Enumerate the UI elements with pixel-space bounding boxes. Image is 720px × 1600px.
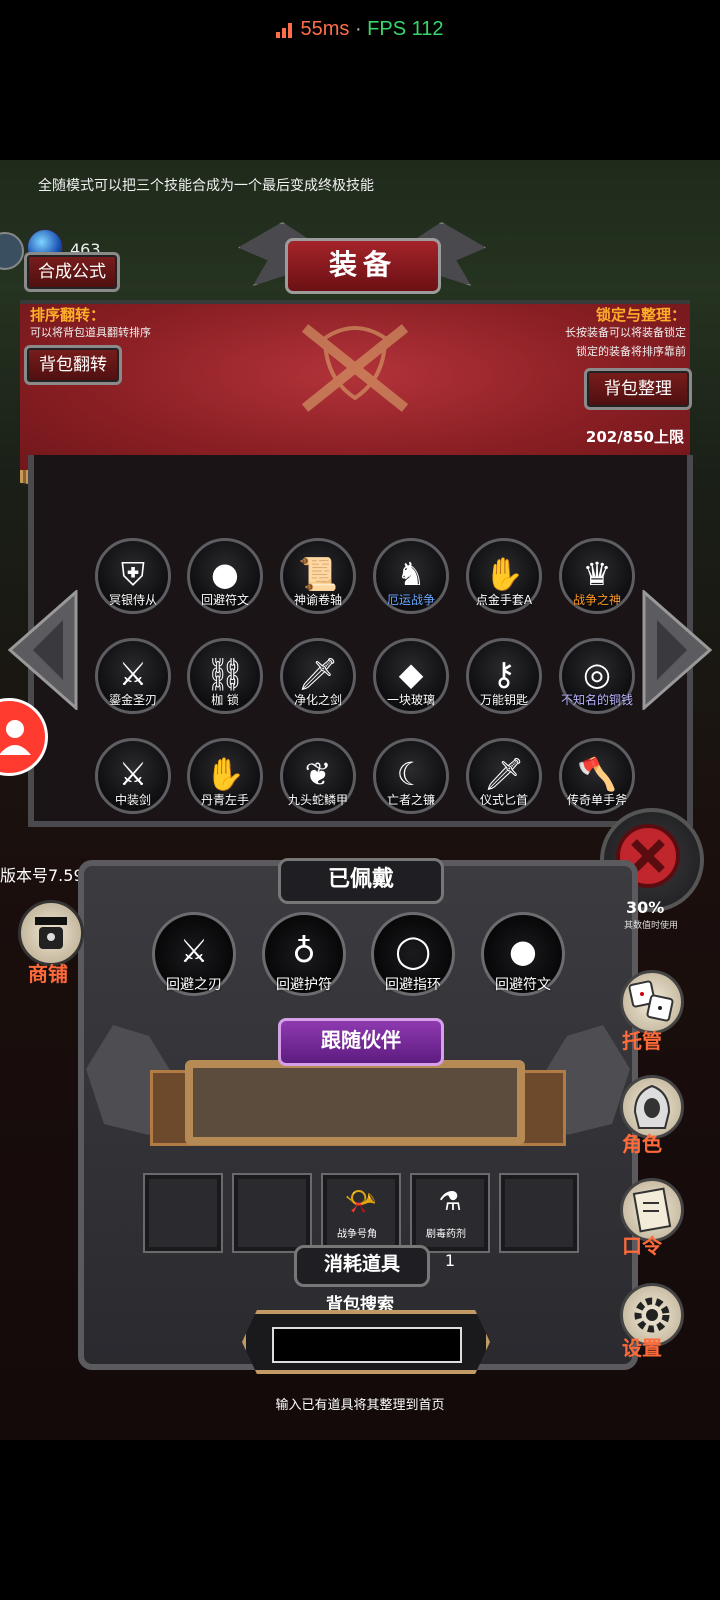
inventory-slot[interactable]: ◆ 一块玻璃	[373, 638, 449, 714]
bag-sort-button[interactable]: 背包整理	[584, 368, 692, 410]
inventory-item-label: 回避符文	[200, 593, 249, 607]
consumable-label: 剧毒药剂	[426, 1229, 466, 1240]
sort-flip-desc: 可以将背包道具翻转排序	[30, 326, 151, 339]
capacity-text: 202/850上限	[585, 428, 684, 446]
consumable-slot-frame	[232, 1173, 312, 1253]
equipped-slot[interactable]: ◯ 回避指环	[371, 912, 455, 996]
panel-title: 装备	[285, 238, 441, 294]
consumable-slot[interactable]	[499, 1173, 579, 1253]
inventory-item-label: 点金手套A	[475, 593, 533, 607]
consumable-slot[interactable]	[232, 1173, 312, 1253]
search-input[interactable]	[272, 1327, 462, 1363]
inventory-item-label: 传奇单手斧	[566, 793, 627, 807]
status-bar: 55ms · FPS 112	[0, 18, 720, 41]
prev-page-arrow[interactable]	[8, 590, 78, 710]
crossed-swords-emblem	[301, 324, 409, 412]
inventory-slot[interactable]: ● 回避符文	[187, 538, 263, 614]
inventory-item-label: 中装剑	[114, 793, 151, 807]
equipped-slot[interactable]: ♁ 回避护符	[262, 912, 346, 996]
companion-slot[interactable]	[185, 1060, 525, 1145]
fps-text: FPS 112	[367, 18, 444, 40]
inventory-slot[interactable]: 🪓 传奇单手斧	[559, 738, 635, 814]
capacity-right-small: 其数值时使用	[624, 921, 679, 931]
inventory-slot[interactable]: ♞ 厄运战争	[373, 538, 449, 614]
inventory-slot[interactable]: ✋ 丹青左手	[187, 738, 263, 814]
inventory-item-label: 仪式匕首	[479, 793, 528, 807]
role-label: 角色	[622, 1132, 662, 1156]
inventory-item-label: 厄运战争	[386, 593, 435, 607]
inventory-item-label: 亡者之镰	[386, 793, 435, 807]
code-label: 口令	[622, 1234, 662, 1258]
inventory-item-label: 冥银侍从	[108, 593, 157, 607]
inventory-item-label: 万能钥匙	[479, 693, 528, 707]
equipped-item-label: 回避护符	[276, 977, 332, 993]
inventory-slot[interactable]: 📜 神谕卷轴	[280, 538, 356, 614]
inventory-slot[interactable]: 🗡 仪式匕首	[466, 738, 542, 814]
inventory-slot[interactable]: ⚔ 鎏金圣刃	[95, 638, 171, 714]
lock-desc-2: 锁定的装备将排序靠前	[576, 345, 686, 358]
synthesis-button[interactable]: 合成公式	[24, 252, 120, 292]
shop-label: 商铺	[28, 962, 68, 986]
inventory-item-label: 丹青左手	[200, 793, 249, 807]
inventory-item-label: 战争之神	[572, 593, 621, 607]
inventory-item-label: 枷 锁	[211, 693, 239, 707]
equipped-item-label: 回避指环	[385, 977, 441, 993]
shop-button[interactable]	[18, 900, 84, 966]
bag-flip-button[interactable]: 背包翻转	[24, 345, 122, 385]
inventory-slot[interactable]: ⚷ 万能钥匙	[466, 638, 542, 714]
user-icon	[0, 720, 31, 755]
inventory-item-label: 神谕卷轴	[293, 593, 342, 607]
sort-flip-title: 排序翻转：	[30, 306, 106, 324]
settings-label: 设置	[622, 1336, 662, 1360]
consumable-slot[interactable]: ⚗ 剧毒药剂 1	[410, 1173, 490, 1270]
inventory-slot[interactable]: ♛ 战争之神	[559, 538, 635, 614]
next-page-arrow[interactable]	[642, 590, 712, 710]
inventory-slot[interactable]: ⛨ 冥银侍从	[95, 538, 171, 614]
inventory-slot[interactable]: ☾ 亡者之镰	[373, 738, 449, 814]
consumable-slot-frame	[143, 1173, 223, 1253]
inventory-slot[interactable]: ⚔ 中装剑	[95, 738, 171, 814]
inventory-item-label: 净化之剑	[293, 693, 342, 707]
equipped-item-label: 回避符文	[495, 977, 551, 993]
consumable-slot-frame	[499, 1173, 579, 1253]
equipped-slot[interactable]: ● 回避符文	[481, 912, 565, 996]
equipped-slot[interactable]: ⚔ 回避之刃	[152, 912, 236, 996]
companion-title: 跟随伙伴	[278, 1018, 444, 1066]
equipped-title: 已佩戴	[278, 858, 444, 904]
potion-icon: ⚗	[438, 1187, 462, 1217]
capacity-right: 30%	[626, 898, 665, 917]
equipped-item-label: 回避之刃	[166, 977, 222, 993]
consumable-slot[interactable]: 📯战争号角4	[321, 1173, 401, 1270]
search-hint: 输入已有道具将其整理到首页	[275, 1398, 445, 1413]
consumable-slot[interactable]	[143, 1173, 223, 1253]
consumables-title: 消耗道具	[294, 1245, 430, 1287]
inventory-slot[interactable]: ❦ 九头蛇鳞甲	[280, 738, 356, 814]
horn-icon: 📯	[344, 1187, 378, 1217]
inventory-item-label: 不知名的铜钱	[560, 693, 633, 707]
ping-text: 55ms	[300, 18, 350, 40]
inventory-item-label: 九头蛇鳞甲	[287, 793, 348, 807]
lock-title: 锁定与整理：	[595, 306, 686, 324]
signal-icon	[276, 22, 293, 38]
inventory-slot[interactable]: ◎ 不知名的铜钱	[559, 638, 635, 714]
inventory-item-label: 一块玻璃	[386, 693, 435, 707]
lock-desc-1: 长按装备可以将装备锁定	[565, 326, 686, 339]
consumable-slot-frame: ⚗ 剧毒药剂	[410, 1173, 490, 1253]
inventory-slot[interactable]: ⛓ 枷 锁	[187, 638, 263, 714]
inventory-item-label: 鎏金圣刃	[108, 693, 157, 707]
inventory-slot[interactable]: ✋ 点金手套A	[466, 538, 542, 614]
user-float-button[interactable]	[0, 698, 48, 776]
dice-icon	[628, 980, 674, 1022]
consumable-slot-frame: 📯 战争号角	[321, 1173, 401, 1253]
inventory-slot[interactable]: 🗡 净化之剑	[280, 638, 356, 714]
tip-text: 全随模式可以把三个技能合成为一个最后变成终极技能	[38, 178, 374, 194]
separator: ·	[354, 18, 362, 40]
consumable-label: 战争号角	[337, 1229, 377, 1240]
version-text: 版本号7.59	[0, 866, 84, 885]
auto-manage-label: 托管	[622, 1029, 662, 1053]
shop-icon	[35, 917, 67, 949]
